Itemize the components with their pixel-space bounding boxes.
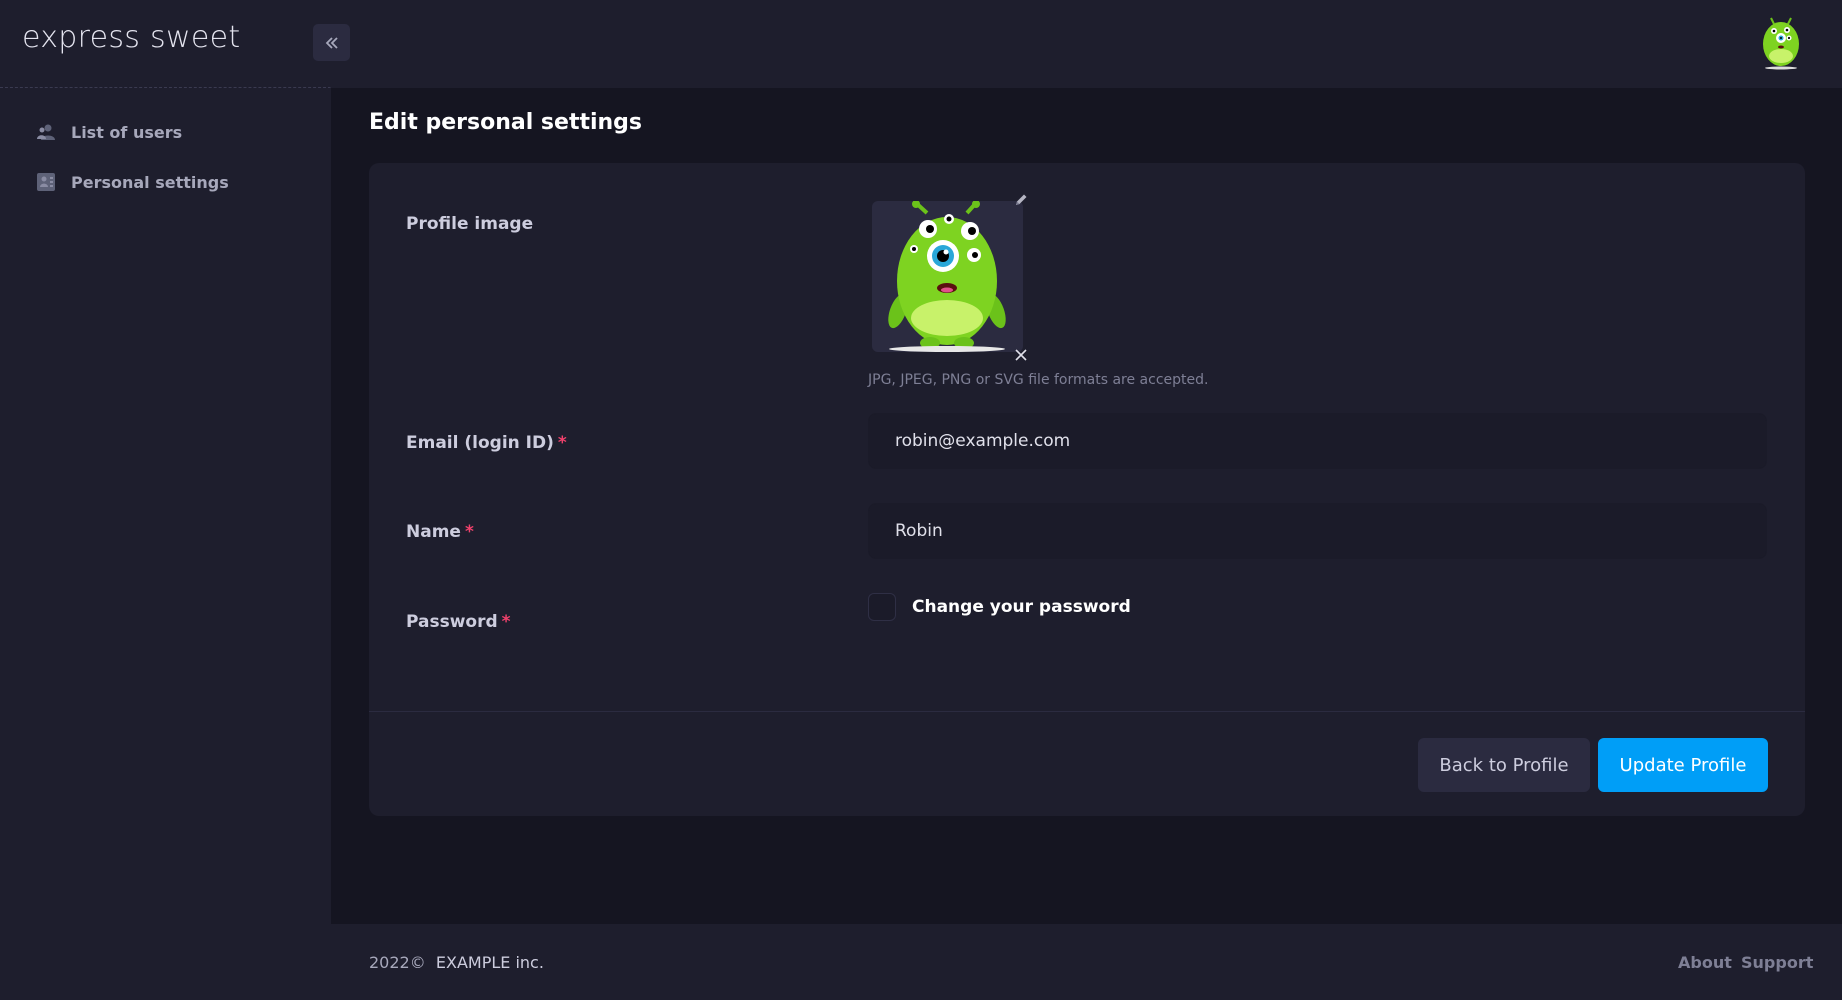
sidebar: List of users Personal settings — [0, 88, 331, 924]
brand-logo[interactable]: express sweet — [22, 20, 240, 55]
sidebar-item-label: Personal settings — [71, 172, 229, 192]
users-icon — [36, 122, 56, 142]
email-label-text: Email (login ID) — [406, 433, 554, 453]
password-label: Password * — [406, 612, 511, 632]
header: express sweet — [0, 0, 1842, 88]
footer-link-about[interactable]: About — [1678, 953, 1732, 972]
edit-image-button[interactable] — [1009, 188, 1033, 212]
sidebar-item-list-of-users[interactable]: List of users — [36, 117, 182, 147]
sidebar-collapse-button[interactable] — [313, 24, 350, 61]
card-divider — [369, 711, 1805, 712]
remove-image-button[interactable] — [1009, 343, 1033, 367]
change-password-label[interactable]: Change your password — [912, 597, 1131, 617]
double-chevron-left-icon — [325, 36, 338, 49]
password-label-text: Password — [406, 612, 498, 632]
required-marker: * — [557, 433, 567, 453]
monster-avatar-icon — [1763, 17, 1799, 70]
profile-image-preview — [872, 201, 1023, 352]
back-to-profile-button[interactable]: Back to Profile — [1418, 738, 1590, 792]
name-field[interactable] — [868, 503, 1767, 559]
page-title: Edit personal settings — [369, 110, 643, 135]
main-content: Edit personal settings Profile image JPG… — [331, 88, 1842, 924]
close-icon — [1015, 349, 1027, 361]
footer-copyright: 2022© EXAMPLE inc. — [369, 953, 544, 972]
update-profile-button[interactable]: Update Profile — [1598, 738, 1768, 792]
required-marker: * — [501, 612, 511, 632]
monster-avatar-icon — [888, 201, 1006, 352]
email-field[interactable] — [868, 413, 1767, 469]
profile-image-label: Profile image — [406, 214, 534, 234]
sidebar-item-personal-settings[interactable]: Personal settings — [36, 167, 229, 197]
copyright-year: 2022© — [369, 953, 426, 972]
profile-card-icon — [36, 172, 56, 192]
sidebar-item-label: List of users — [71, 122, 183, 142]
email-label: Email (login ID) * — [406, 433, 567, 453]
user-avatar[interactable] — [1756, 16, 1806, 71]
footer: 2022© EXAMPLE inc. About Support — [331, 924, 1842, 1000]
footer-link-support[interactable]: Support — [1741, 953, 1813, 972]
settings-card: Profile image JPG, JPEG, PNG or SVG file… — [369, 163, 1805, 816]
required-marker: * — [464, 522, 474, 542]
brand-area: express sweet — [0, 0, 331, 88]
company-name[interactable]: EXAMPLE inc. — [436, 953, 544, 972]
image-format-hint: JPG, JPEG, PNG or SVG file formats are a… — [868, 372, 1209, 388]
name-label-text: Name — [406, 522, 461, 542]
pencil-icon — [1016, 194, 1027, 205]
name-label: Name * — [406, 522, 474, 542]
change-password-checkbox[interactable] — [868, 593, 896, 621]
